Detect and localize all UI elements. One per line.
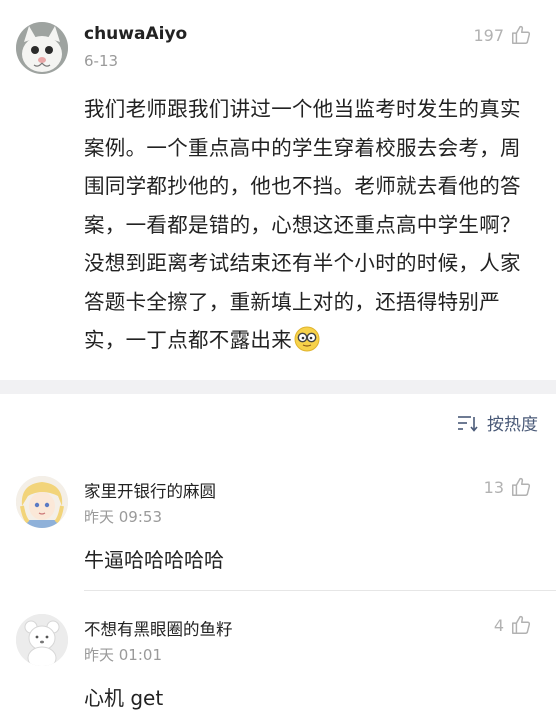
white-bear-avatar-icon bbox=[16, 614, 68, 666]
comment-like-count: 13 bbox=[483, 477, 504, 497]
sort-by-hot-button[interactable]: 按热度 bbox=[457, 410, 538, 435]
comment-time: 昨天 09:53 bbox=[84, 508, 162, 526]
comment-item: 不想有黑眼圈的鱼籽 昨天 01:01 4 心机 get bbox=[0, 600, 556, 722]
comment-item: 家里开银行的麻圆 昨天 09:53 13 牛逼哈哈哈哈哈 bbox=[0, 462, 556, 590]
comment-like-count: 4 bbox=[493, 615, 504, 635]
avatar[interactable] bbox=[16, 22, 68, 74]
thumbs-up-icon bbox=[512, 615, 531, 634]
avatar[interactable] bbox=[16, 476, 68, 528]
post-body-text: 我们老师跟我们讲过一个他当监考时发生的真实案例。一个重点高中的学生穿着校服去会考… bbox=[84, 97, 521, 352]
comment-text: 牛逼哈哈哈哈哈 bbox=[84, 548, 224, 572]
comment-time: 昨天 01:01 bbox=[84, 646, 162, 664]
avatar[interactable] bbox=[16, 614, 68, 666]
comment-author[interactable]: 家里开银行的麻圆 bbox=[84, 478, 216, 502]
comment-divider bbox=[84, 590, 556, 591]
sort-label: 按热度 bbox=[487, 415, 538, 435]
comment-like-button[interactable]: 4 bbox=[494, 614, 532, 636]
post-like-button[interactable]: 197 bbox=[473, 24, 532, 46]
comment-like-button[interactable]: 13 bbox=[484, 476, 532, 498]
post-author[interactable]: chuwaAiyo bbox=[84, 24, 187, 44]
thumbs-up-icon bbox=[512, 477, 531, 496]
comment-text: 心机 get bbox=[84, 686, 164, 710]
thumbs-up-icon bbox=[512, 25, 531, 44]
comment-author[interactable]: 不想有黑眼圈的鱼籽 bbox=[84, 616, 233, 640]
section-divider bbox=[0, 380, 556, 394]
nerd-glasses-emoji-icon bbox=[294, 326, 320, 352]
main-post: chuwaAiyo 6-13 197 我们老师跟我们讲过一个他当监考时发生的真实… bbox=[0, 0, 556, 380]
anime-girl-avatar-icon bbox=[16, 476, 68, 528]
cat-avatar-icon bbox=[16, 22, 68, 74]
post-content: 我们老师跟我们讲过一个他当监考时发生的真实案例。一个重点高中的学生穿着校服去会考… bbox=[84, 90, 532, 360]
post-date: 6-13 bbox=[84, 52, 119, 70]
post-like-count: 197 bbox=[473, 25, 504, 45]
sort-icon bbox=[458, 415, 478, 432]
